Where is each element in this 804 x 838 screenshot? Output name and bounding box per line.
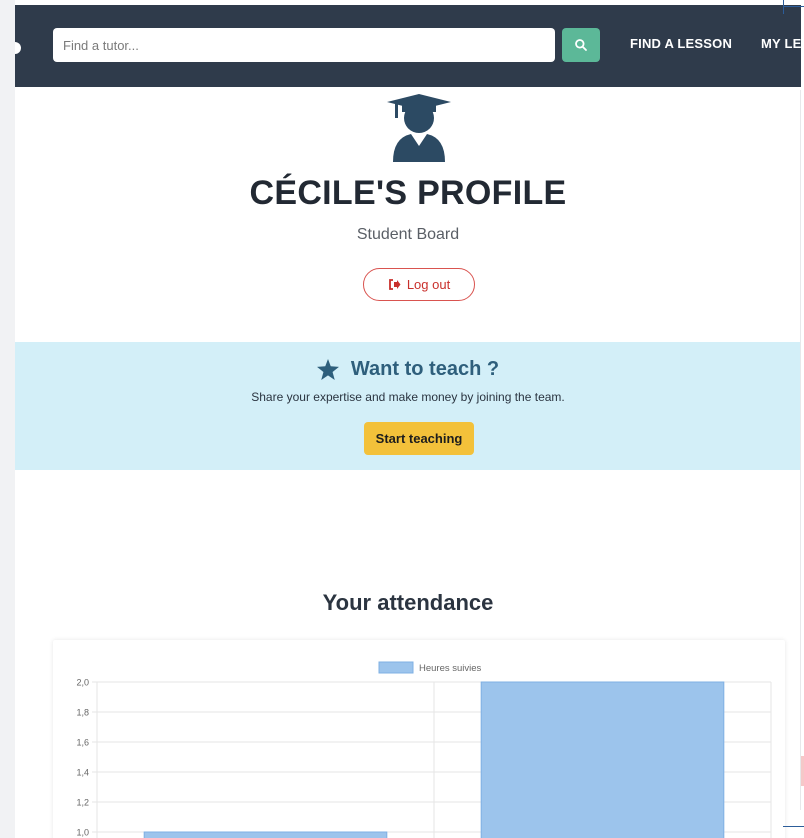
logo-icon[interactable] [15, 42, 21, 54]
teach-description: Share your expertise and make money by j… [251, 390, 565, 404]
edge-line [783, 826, 804, 827]
nav-my-lessons[interactable]: MY LE [761, 36, 801, 51]
page-title: CÉCILE'S PROFILE [249, 174, 567, 212]
attendance-chart: 2,0 1,8 1,6 1,4 1,2 1,0 Heures suivies [53, 640, 785, 838]
attendance-chart-svg: 2,0 1,8 1,6 1,4 1,2 1,0 Heures suivies [76, 661, 772, 838]
bar [480, 681, 725, 838]
edge-line [783, 0, 784, 14]
y-tick-label: 2,0 [76, 678, 89, 688]
page-subtitle: Student Board [356, 226, 460, 243]
attendance-title: Your attendance [322, 590, 494, 615]
search-icon [575, 39, 587, 51]
page: FIND A LESSON MY LE CÉCILE'S PROFILE Stu… [15, 0, 801, 838]
logout-button[interactable]: Log out [363, 268, 475, 301]
logout-label: Log out [406, 277, 451, 292]
legend-label: Heures suivies [419, 663, 482, 674]
y-tick-label: 1,4 [76, 768, 89, 778]
teach-heading: Want to teach ? [15, 358, 801, 381]
teach-banner: Want to teach ? Share your expertise and… [15, 342, 801, 470]
bar [143, 831, 388, 838]
y-tick-label: 1,6 [76, 738, 89, 748]
edge-line [783, 6, 804, 7]
teach-title: Want to teach ? [350, 358, 500, 380]
search-button[interactable] [562, 28, 600, 62]
graduate-icon [387, 94, 451, 162]
navbar: FIND A LESSON MY LE [15, 5, 801, 87]
sign-out-icon [388, 279, 401, 290]
y-tick-label: 1,8 [76, 708, 89, 718]
nav-find-a-lesson[interactable]: FIND A LESSON [630, 36, 732, 51]
star-icon [316, 359, 339, 380]
y-tick-label: 1,0 [76, 828, 89, 838]
start-teaching-button[interactable]: Start teaching [364, 422, 474, 455]
search-input[interactable] [53, 28, 555, 62]
legend-swatch [378, 661, 414, 674]
y-tick-label: 1,2 [76, 798, 89, 808]
